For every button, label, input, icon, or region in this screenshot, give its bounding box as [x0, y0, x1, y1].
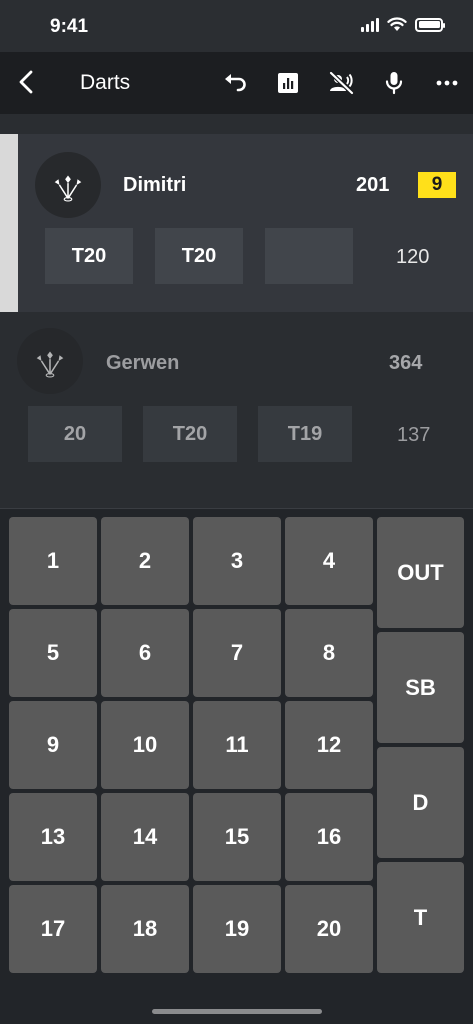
stats-icon — [277, 73, 298, 93]
key-20[interactable]: 20 — [285, 885, 373, 973]
mic-icon — [385, 72, 402, 95]
home-indicator — [152, 1009, 322, 1014]
score-keypad: 1 2 3 4 5 6 7 8 9 10 11 12 13 14 15 16 1… — [0, 509, 473, 1024]
wifi-icon — [387, 17, 407, 31]
app-bar-actions — [208, 52, 473, 114]
voice-input-button[interactable] — [367, 52, 420, 114]
double-button[interactable]: D — [377, 747, 464, 858]
key-13[interactable]: 13 — [9, 793, 97, 881]
key-10[interactable]: 10 — [101, 701, 189, 789]
throw-slot: T20 — [45, 228, 133, 284]
key-8[interactable]: 8 — [285, 609, 373, 697]
player-score: 364 — [389, 352, 423, 374]
undo-button[interactable] — [208, 52, 261, 114]
key-14[interactable]: 14 — [101, 793, 189, 881]
key-4[interactable]: 4 — [285, 517, 373, 605]
more-button[interactable] — [420, 52, 473, 114]
more-icon — [436, 80, 457, 86]
key-7[interactable]: 7 — [193, 609, 281, 697]
darts-icon — [36, 351, 64, 378]
players-panel: Dimitri 201 9 T20 T20 120 Gerwen 364 20 … — [0, 114, 473, 508]
key-16[interactable]: 16 — [285, 793, 373, 881]
player-card-active[interactable]: Dimitri 201 9 T20 T20 120 — [0, 134, 473, 312]
triple-button[interactable]: T — [377, 862, 464, 973]
app-bar: Darts — [0, 52, 473, 114]
single-bull-button[interactable]: SB — [377, 632, 464, 743]
throw-slot: T19 — [258, 406, 352, 462]
player-score: 201 — [356, 174, 390, 196]
status-bar: 9:41 — [0, 0, 473, 52]
turn-total: 120 — [396, 246, 430, 268]
back-arrow-icon — [19, 70, 33, 94]
key-12[interactable]: 12 — [285, 701, 373, 789]
key-11[interactable]: 11 — [193, 701, 281, 789]
key-9[interactable]: 9 — [9, 701, 97, 789]
throw-slot: T20 — [143, 406, 237, 462]
status-icons — [361, 17, 445, 32]
key-18[interactable]: 18 — [101, 885, 189, 973]
avatar — [17, 328, 83, 394]
player-name: Dimitri — [123, 174, 187, 196]
avatar — [35, 152, 101, 218]
throw-slot: 20 — [28, 406, 122, 462]
key-17[interactable]: 17 — [9, 885, 97, 973]
voice-off-icon — [328, 70, 354, 96]
key-2[interactable]: 2 — [101, 517, 189, 605]
key-15[interactable]: 15 — [193, 793, 281, 881]
undo-icon — [224, 74, 246, 92]
cellular-signal-icon — [361, 17, 379, 32]
battery-icon — [415, 17, 445, 32]
turn-total: 137 — [397, 424, 431, 446]
voice-caller-toggle[interactable] — [314, 52, 367, 114]
darts-icon — [54, 175, 82, 202]
turn-count-badge: 9 — [418, 172, 456, 198]
out-button[interactable]: OUT — [377, 517, 464, 628]
status-time: 9:41 — [50, 16, 89, 37]
key-19[interactable]: 19 — [193, 885, 281, 973]
statistics-button[interactable] — [261, 52, 314, 114]
active-player-indicator — [0, 134, 18, 312]
key-5[interactable]: 5 — [9, 609, 97, 697]
throw-slot: T20 — [155, 228, 243, 284]
key-3[interactable]: 3 — [193, 517, 281, 605]
page-title: Darts — [80, 71, 131, 94]
throw-slot — [265, 228, 353, 284]
back-button[interactable] — [12, 67, 42, 97]
key-6[interactable]: 6 — [101, 609, 189, 697]
key-1[interactable]: 1 — [9, 517, 97, 605]
player-name: Gerwen — [106, 352, 180, 374]
